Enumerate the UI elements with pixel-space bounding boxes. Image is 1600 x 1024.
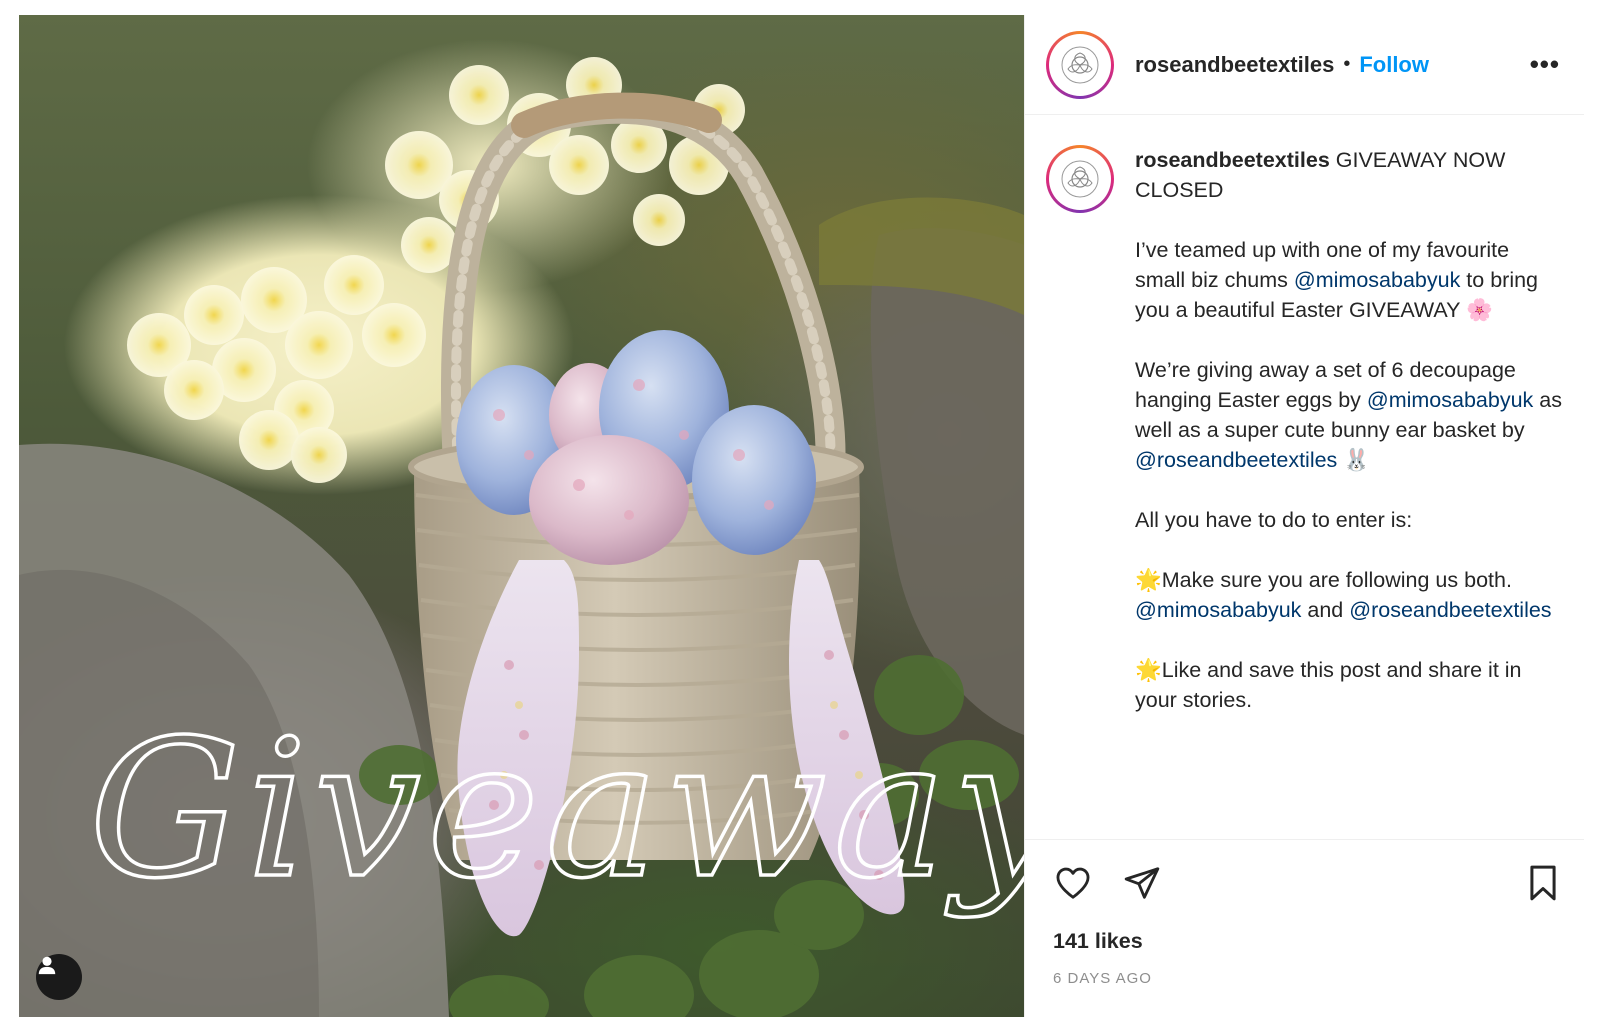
caption-paragraph-3: All you have to do to enter is: <box>1135 508 1413 532</box>
post-side-panel: roseandbeetextiles • Follow ••• roseandb… <box>1024 15 1584 1017</box>
caption-username[interactable]: roseandbeetextiles <box>1135 148 1330 172</box>
caption-avatar[interactable] <box>1046 145 1114 213</box>
user-icon <box>38 956 56 975</box>
caption-area: roseandbeetextiles GIVEAWAY NOW CLOSED I… <box>1025 115 1584 840</box>
separator-dot: • <box>1343 53 1351 75</box>
bookmark-icon <box>1530 865 1556 900</box>
caption-text-span: 🐰 <box>1337 448 1371 472</box>
caption-paragraph-1: I’ve teamed up with one of my favourite … <box>1135 235 1564 325</box>
like-button[interactable] <box>1053 864 1093 902</box>
tagged-user-icon[interactable] <box>36 954 82 1000</box>
follow-button[interactable]: Follow <box>1359 52 1429 78</box>
heart-icon <box>1056 867 1090 899</box>
caption-paragraph-4: 🌟Make sure you are following us both. @m… <box>1135 565 1564 625</box>
mention-link[interactable]: @mimosababyuk <box>1367 388 1533 412</box>
rose-logo-icon <box>1061 46 1099 83</box>
caption-paragraph-2: We’re giving away a set of 6 decoupage h… <box>1135 355 1564 475</box>
paper-plane-icon <box>1124 866 1160 899</box>
rose-logo-icon <box>1061 160 1099 198</box>
action-bar <box>1025 840 1584 925</box>
post-header: roseandbeetextiles • Follow ••• <box>1025 15 1584 115</box>
avatar[interactable] <box>1046 30 1114 99</box>
mention-link[interactable]: @roseandbeetextiles <box>1349 598 1551 622</box>
mention-link[interactable]: @mimosababyuk <box>1135 598 1301 622</box>
mention-link[interactable]: @roseandbeetextiles <box>1135 448 1337 472</box>
caption-text-span: and <box>1301 598 1350 622</box>
giveaway-overlay-text: Giveaway <box>89 699 1024 920</box>
save-button[interactable] <box>1526 864 1560 902</box>
header-username[interactable]: roseandbeetextiles <box>1135 52 1334 78</box>
share-button[interactable] <box>1123 864 1161 902</box>
caption-headline: roseandbeetextiles GIVEAWAY NOW CLOSED <box>1135 145 1564 205</box>
likes-count[interactable]: 141 likes <box>1025 929 1584 954</box>
post-timestamp[interactable]: 6 DAYS AGO <box>1025 970 1584 987</box>
caption-text: roseandbeetextiles GIVEAWAY NOW CLOSED I… <box>1135 145 1564 839</box>
easter-basket-photo: Giveaway <box>19 57 1024 1017</box>
caption-paragraph-5: 🌟Like and save this post and share it in… <box>1135 658 1522 712</box>
post-image[interactable]: Giveaway <box>19 15 1024 1017</box>
caption-text-span: 🌟Make sure you are following us both. <box>1135 568 1512 592</box>
more-options-button[interactable]: ••• <box>1530 49 1560 80</box>
mention-link[interactable]: @mimosababyuk <box>1294 268 1460 292</box>
